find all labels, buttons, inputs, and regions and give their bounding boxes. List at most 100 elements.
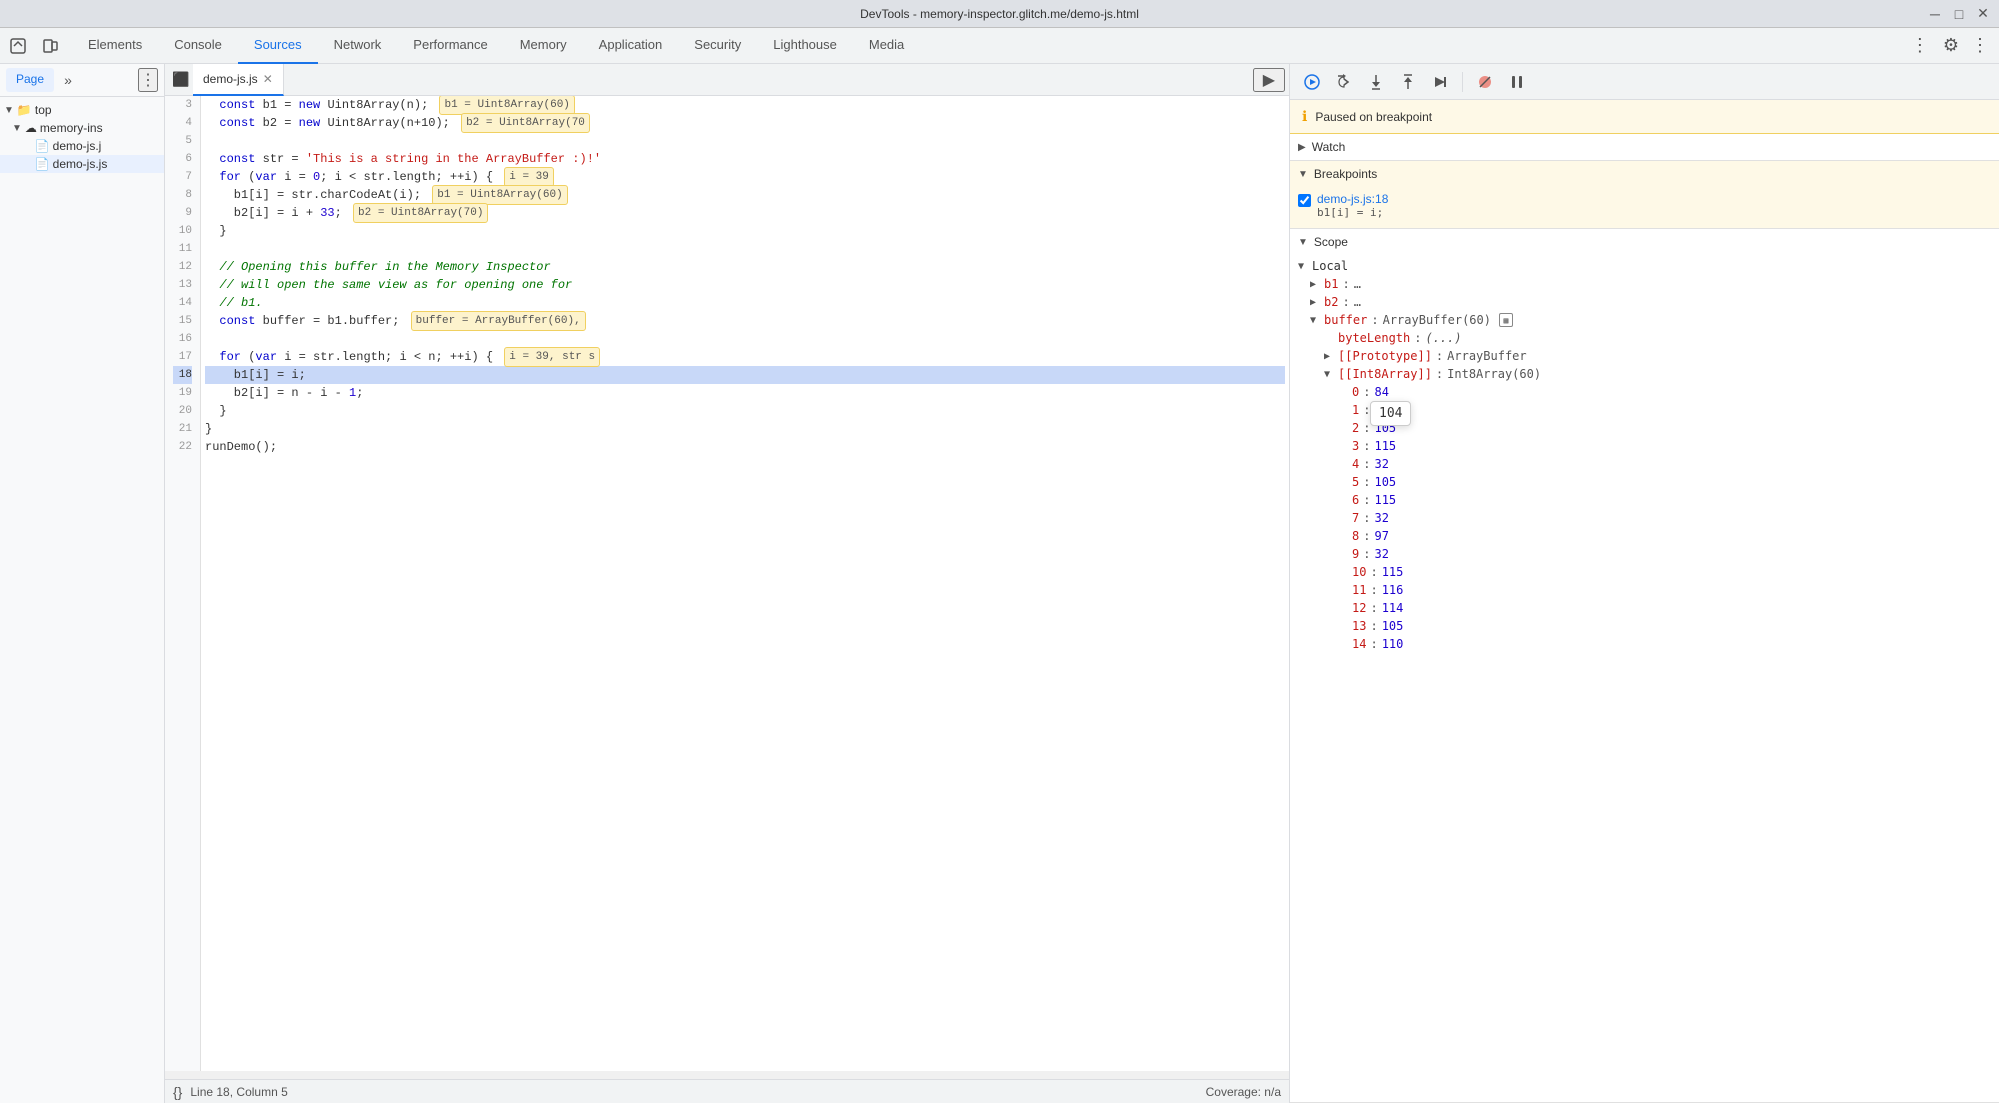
debugger-panel: ℹ Paused on breakpoint ▶ Watch ▼ Breakpo… [1289,64,1999,1103]
page-tab[interactable]: Page [6,68,54,92]
scope-item-4[interactable]: 4 : 32 [1290,455,1999,473]
inspect-element-button[interactable] [4,32,32,60]
scope-item-1[interactable]: 1 : 104 104 [1290,401,1999,419]
tab-console[interactable]: Console [158,28,238,64]
pause-exceptions-button[interactable] [1503,68,1531,96]
resume-button[interactable] [1298,68,1326,96]
tab-media[interactable]: Media [853,28,920,64]
tab-application[interactable]: Application [583,28,679,64]
breakpoint-checkbox[interactable] [1298,194,1311,207]
close-tab-button[interactable]: ✕ [263,72,273,86]
scope-item-b1[interactable]: ▶ b1 : … [1290,275,1999,293]
scope-item-bytelength[interactable]: byteLength : (...) [1290,329,1999,347]
maximize-button[interactable]: □ [1951,6,1967,22]
breakpoints-section-header[interactable]: ▼ Breakpoints [1290,161,1999,187]
settings-button[interactable]: ⚙ [1937,35,1965,56]
tab-performance[interactable]: Performance [397,28,503,64]
code-line-21: } [205,420,1285,438]
more-options-button[interactable]: ⋮ [1965,35,1995,56]
toolbar-separator [1462,72,1463,92]
tab-elements[interactable]: Elements [72,28,158,64]
scope-section-header[interactable]: ▼ Scope [1290,229,1999,255]
code-editor: 3 4 5 6 7 8 9 10 11 12 13 14 15 16 17 18 [165,96,1289,1079]
code-content[interactable]: const b1 = new Uint8Array(n); b1 = Uint8… [201,96,1289,1071]
step-over-button[interactable] [1330,68,1358,96]
chevron-down-icon: ▼ [1298,237,1308,248]
code-line-18: b1[i] = i; [205,366,1285,384]
deactivate-breakpoints-button[interactable] [1471,68,1499,96]
horizontal-scrollbar[interactable] [165,1071,1289,1079]
titlebar-controls: ─ □ ✕ [1927,6,1991,22]
debugger-toolbar [1290,64,1999,100]
tree-item-top[interactable]: ▼ 📁 top [0,101,164,119]
tree-item-demo-active[interactable]: ▶ 📄 demo-js.js [0,155,164,173]
scope-label: Scope [1314,235,1348,249]
status-bar: {} Line 18, Column 5 Coverage: n/a [165,1079,1289,1103]
code-line-16 [205,330,1285,348]
scope-item-int8array[interactable]: ▼ [[Int8Array]] : Int8Array(60) [1290,365,1999,383]
info-icon: ℹ [1302,108,1307,125]
code-line-7: for (var i = 0; i < str.length; ++i) { i… [205,168,1285,186]
file-tree-menu[interactable]: ⋮ [138,68,158,92]
breakpoints-section: ▼ Breakpoints demo-js.js:18 b1[i] = i; [1290,161,1999,229]
scope-item-buffer[interactable]: ▼ buffer : ArrayBuffer(60) ▦ [1290,311,1999,329]
scope-item-b2[interactable]: ▶ b2 : … [1290,293,1999,311]
scope-item-10[interactable]: 10 : 115 [1290,563,1999,581]
scope-local-header[interactable]: ▼ Local [1290,257,1999,275]
breakpoint-item: demo-js.js:18 b1[i] = i; [1298,189,1991,222]
breakpoint-filename[interactable]: demo-js.js:18 [1317,192,1991,206]
scope-item-8[interactable]: 8 : 97 [1290,527,1999,545]
watch-section-header[interactable]: ▶ Watch [1290,134,1999,160]
tree-item-memory-ins[interactable]: ▼ ☁ memory-ins [0,119,164,137]
breakpoints-list: demo-js.js:18 b1[i] = i; [1290,187,1999,228]
chevron-down-icon: ▼ [12,123,22,134]
scope-item-0[interactable]: 0 : 84 [1290,383,1999,401]
tab-memory[interactable]: Memory [504,28,583,64]
tab-network[interactable]: Network [318,28,398,64]
tab-sources[interactable]: Sources [238,28,318,64]
more-tabs-button[interactable]: ⋮ [1903,35,1937,56]
breakpoint-code: b1[i] = i; [1317,206,1991,219]
run-snippet-button[interactable]: ▶ [1253,68,1285,92]
code-line-9: b2[i] = i + 33; b2 = Uint8Array(70) [205,204,1285,222]
file-tree-more[interactable]: » [56,68,80,92]
code-line-12: // Opening this buffer in the Memory Ins… [205,258,1285,276]
chevron-down-icon: ▼ [1324,369,1334,380]
breakpoints-label: Breakpoints [1314,167,1377,181]
toggle-sidebar-button[interactable]: ⬛ [169,68,193,92]
scope-item-13[interactable]: 13 : 105 [1290,617,1999,635]
close-button[interactable]: ✕ [1975,6,1991,22]
step-into-button[interactable] [1362,68,1390,96]
scope-item-12[interactable]: 12 : 114 [1290,599,1999,617]
memory-inspector-icon[interactable]: ▦ [1499,313,1513,327]
tab-lighthouse[interactable]: Lighthouse [757,28,853,64]
chevron-right-icon: ▶ [1310,297,1320,308]
local-label: Local [1312,259,1348,273]
scope-item-prototype[interactable]: ▶ [[Prototype]] : ArrayBuffer [1290,347,1999,365]
chevron-right-icon: ▶ [1298,142,1306,153]
tree-item-demo-inactive[interactable]: ▶ 📄 demo-js.j [0,137,164,155]
device-toggle-button[interactable] [36,32,64,60]
scope-item-6[interactable]: 6 : 115 [1290,491,1999,509]
scope-item-3[interactable]: 3 : 115 [1290,437,1999,455]
step-button[interactable] [1426,68,1454,96]
file-tree-content: ▼ 📁 top ▼ ☁ memory-ins ▶ 📄 demo-js.j ▶ 📄… [0,97,164,1103]
scope-item-14[interactable]: 14 : 110 [1290,635,1999,653]
scope-content: ▼ Local ▶ b1 : … ▶ b2 : … [1290,255,1999,655]
code-line-10: } [205,222,1285,240]
chevron-down-icon: ▼ [1298,169,1308,180]
scope-item-5[interactable]: 5 : 105 [1290,473,1999,491]
code-line-8: b1[i] = str.charCodeAt(i); b1 = Uint8Arr… [205,186,1285,204]
code-line-14: // b1. [205,294,1285,312]
code-line-4: const b2 = new Uint8Array(n+10); b2 = Ui… [205,114,1285,132]
tab-security[interactable]: Security [678,28,757,64]
minimize-button[interactable]: ─ [1927,6,1943,22]
step-out-button[interactable] [1394,68,1422,96]
value-tooltip: 104 [1370,401,1411,426]
scope-item-11[interactable]: 11 : 116 [1290,581,1999,599]
pretty-print-button[interactable]: {} [173,1084,182,1100]
scope-item-9[interactable]: 9 : 32 [1290,545,1999,563]
editor-tab-demo-js[interactable]: demo-js.js ✕ [193,64,284,96]
code-area[interactable]: 3 4 5 6 7 8 9 10 11 12 13 14 15 16 17 18 [165,96,1289,1071]
scope-item-7[interactable]: 7 : 32 [1290,509,1999,527]
